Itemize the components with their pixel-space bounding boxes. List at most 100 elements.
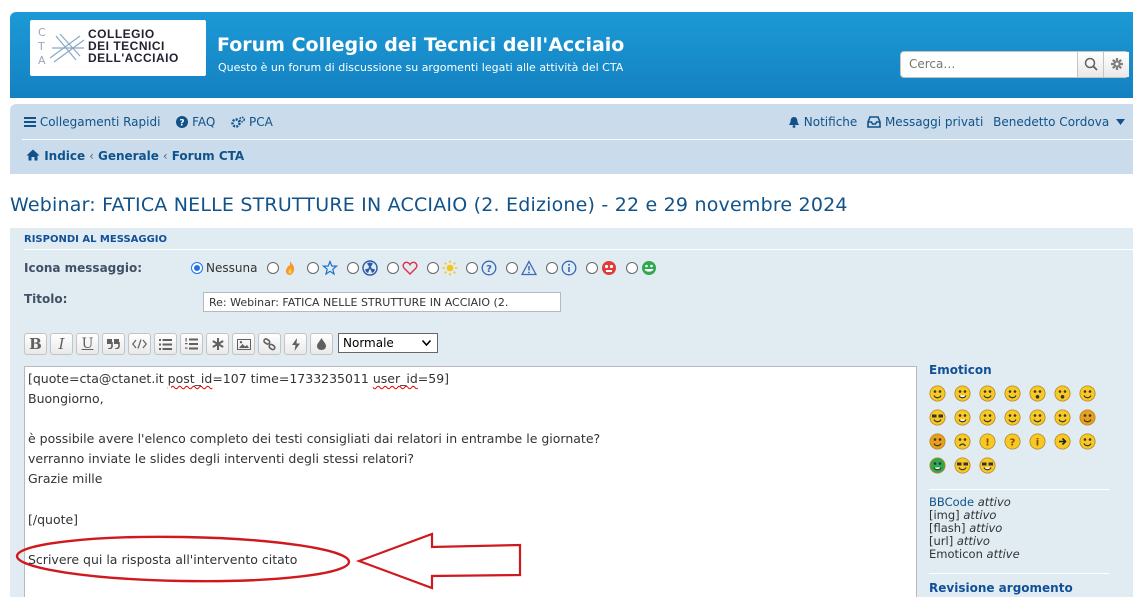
private-messages-link[interactable]: Messaggi privati — [867, 115, 987, 129]
smiley-cool-icon[interactable] — [929, 409, 946, 426]
emoticon-state: attive — [986, 547, 1020, 561]
svg-text:?: ? — [1010, 438, 1016, 449]
smiley-wink-icon[interactable] — [979, 385, 996, 402]
advanced-search-button[interactable] — [1103, 52, 1129, 77]
smiley-idea-icon[interactable]: i — [1029, 433, 1046, 450]
bbcode-link[interactable]: BBCode — [929, 495, 974, 509]
smiley-twisted-icon[interactable] — [1079, 409, 1096, 426]
steel-structure-icon — [49, 33, 85, 63]
link-button[interactable] — [258, 333, 281, 355]
smiley-mad-icon[interactable] — [979, 409, 996, 426]
font-size-select[interactable]: Normale — [338, 333, 438, 353]
smiley-redface-icon[interactable] — [1029, 409, 1046, 426]
icon-radio-sun[interactable] — [426, 262, 439, 274]
smiley-uber-geek-icon[interactable] — [979, 457, 996, 474]
sidebar-divider — [929, 573, 1109, 574]
bold-button[interactable]: B — [24, 333, 47, 355]
smiley-geek-icon[interactable] — [954, 457, 971, 474]
topic-title[interactable]: Webinar: FATICA NELLE STRUTTURE IN ACCIA… — [10, 194, 848, 216]
user-menu[interactable]: Benedetto Cordova — [993, 115, 1125, 129]
icon-radio-none[interactable] — [191, 262, 203, 274]
list-button[interactable] — [154, 333, 177, 355]
editor-toolbar: B I U Normale — [24, 333, 438, 355]
site-title[interactable]: Forum Collegio dei Tecnici dell'Acciaio — [217, 34, 624, 56]
breadcrumb-separator: ‹ — [89, 149, 94, 163]
smiley-laugh-icon[interactable] — [954, 409, 971, 426]
ordered-list-button[interactable] — [180, 333, 203, 355]
home-icon — [26, 149, 40, 161]
nav-bar: Collegamenti Rapidi ? FAQ PCA Notifiche — [10, 104, 1133, 174]
notifications-link[interactable]: Notifiche — [788, 115, 861, 129]
breadcrumb-index[interactable]: Indice — [44, 149, 85, 163]
ucp-link[interactable]: PCA — [231, 115, 279, 129]
logo-letter-a: A — [38, 54, 46, 67]
bold-label: B — [29, 335, 42, 353]
icon-radio-green-grin[interactable] — [625, 262, 638, 274]
quote-icon — [107, 339, 120, 350]
icon-radio-info[interactable] — [546, 262, 559, 274]
icon-radio-red-face[interactable] — [585, 262, 598, 274]
icon-radio-star[interactable] — [307, 262, 320, 274]
reply-panel: RISPONDI AL MESSAGGIO Icona messaggio: N… — [10, 228, 1133, 597]
breadcrumb-generale[interactable]: Generale — [98, 149, 159, 163]
smiley-smile-icon[interactable] — [929, 385, 946, 402]
color-button[interactable] — [310, 333, 333, 355]
smiley-eek-icon[interactable] — [1054, 385, 1071, 402]
smiley-neutral-icon[interactable] — [1054, 409, 1071, 426]
message-textarea[interactable]: [quote=cta@ctanet.it post_id=107 time=17… — [24, 366, 917, 597]
smiley-arrow-icon[interactable] — [1054, 433, 1071, 450]
smiley-confused-icon[interactable] — [1079, 385, 1096, 402]
title-input[interactable]: Re: Webinar: FATICA NELLE STRUTTURE IN A… — [203, 292, 561, 312]
bell-icon — [788, 117, 799, 128]
logo-emblem-icon: C T A — [36, 26, 85, 70]
site-logo[interactable]: C T A COLLEGIO DEI TECNICI DELL'ACCIAIO — [30, 20, 206, 76]
icon-radio-question[interactable] — [466, 262, 479, 274]
smiley-surprised-icon[interactable] — [1029, 385, 1046, 402]
spell-error-user-id: user_id — [372, 371, 418, 386]
topic-review-heading[interactable]: Revisione argomento — [929, 581, 1073, 595]
search-input[interactable] — [909, 57, 1059, 71]
icon-none-label: Nessuna — [206, 261, 258, 275]
icon-radio-warning[interactable] — [506, 262, 519, 274]
nav-right-links: Notifiche Messaggi privati Benedetto Cor… — [788, 115, 1125, 129]
site-header: C T A COLLEGIO DEI TECNICI DELL'ACCIAIO … — [10, 12, 1133, 98]
code-button[interactable] — [128, 333, 151, 355]
quick-links-menu[interactable]: Collegamenti Rapidi — [24, 115, 170, 129]
icon-radio-fire[interactable] — [267, 262, 280, 274]
flash-button[interactable] — [284, 333, 307, 355]
flash-tag-label: [flash] — [929, 521, 966, 535]
ordered-list-icon — [185, 338, 198, 350]
star-icon — [322, 260, 339, 276]
smiley-rolleyes-icon[interactable] — [1004, 385, 1021, 402]
radioactive-icon — [362, 260, 378, 276]
smiley-exclaim-icon[interactable]: ! — [979, 433, 996, 450]
image-button[interactable] — [232, 333, 255, 355]
smiley-grin-icon[interactable] — [954, 385, 971, 402]
logo-letter-c: C — [38, 26, 46, 39]
smiley-sad-icon[interactable] — [954, 433, 971, 450]
logo-letter-t: T — [38, 40, 45, 53]
icon-radio-radioactive[interactable] — [346, 262, 359, 274]
gear-icon — [1111, 58, 1123, 70]
underline-button[interactable]: U — [76, 333, 99, 355]
breadcrumb-separator: ‹ — [162, 149, 168, 163]
editor-line-reply: Scrivere qui la risposta all'intervento … — [28, 552, 298, 567]
icon-radio-heart[interactable] — [386, 262, 399, 274]
search-box — [900, 51, 1129, 78]
quote-open-mid: =107 time=1733235011 — [212, 371, 373, 386]
smiley-question-icon[interactable]: ? — [1004, 433, 1021, 450]
username: Benedetto Cordova — [993, 115, 1110, 129]
smiley-mrgreen-face-icon[interactable] — [1079, 433, 1096, 450]
smiley-evil-icon[interactable] — [929, 433, 946, 450]
breadcrumb-forum-cta[interactable]: Forum CTA — [172, 149, 244, 163]
list-item-button[interactable] — [206, 333, 229, 355]
faq-link[interactable]: ? FAQ — [176, 115, 225, 129]
smiley-razz-icon[interactable] — [1004, 409, 1021, 426]
search-button[interactable] — [1077, 52, 1103, 77]
panel-heading: RISPONDI AL MESSAGGIO — [24, 234, 168, 245]
quote-button[interactable] — [102, 333, 125, 355]
italic-button[interactable]: I — [50, 333, 73, 355]
smiley-mrgreen-icon[interactable] — [929, 457, 946, 474]
list-icon — [159, 339, 172, 350]
info-icon — [561, 260, 577, 276]
